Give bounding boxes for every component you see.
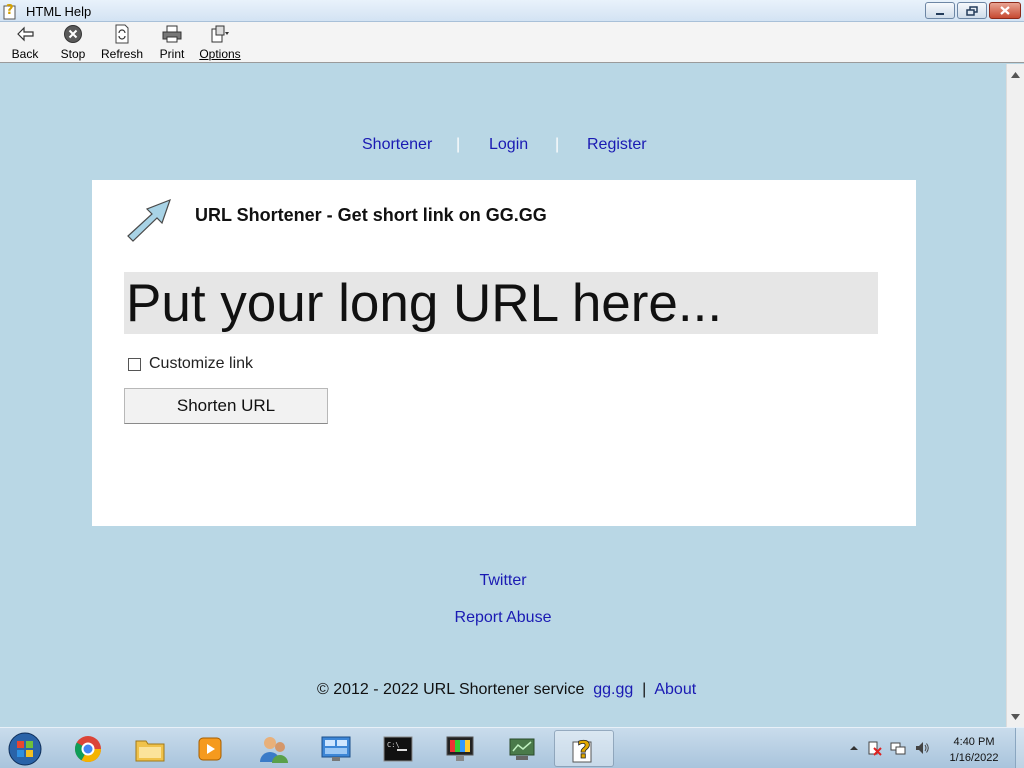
maximize-icon (966, 5, 978, 16)
customize-link-checkbox[interactable] (128, 357, 141, 371)
copyright-text: © 2012 - 2022 URL Shortener service (317, 681, 585, 698)
control-panel-icon (321, 736, 351, 761)
show-hidden-icons-icon[interactable] (846, 740, 862, 756)
show-desktop-button[interactable] (1015, 728, 1024, 768)
svg-text:C:\: C:\ (387, 741, 400, 749)
stop-label: Stop (60, 47, 86, 61)
window-title-bar[interactable]: ? HTML Help (0, 0, 1024, 22)
about-link[interactable]: About (654, 681, 696, 698)
options-label: Options (199, 47, 241, 61)
chrome-icon (74, 735, 102, 762)
back-button[interactable]: Back (8, 24, 42, 62)
scroll-down-button[interactable] (1007, 708, 1024, 725)
customize-link-option[interactable]: Customize link (128, 355, 253, 373)
taskbar-command-prompt[interactable]: C:\ (368, 730, 428, 767)
command-prompt-icon: C:\ (383, 736, 413, 761)
media-player-icon (198, 737, 222, 760)
customize-link-label[interactable]: Customize link (149, 355, 253, 373)
taskbar-network[interactable] (492, 730, 552, 767)
file-explorer-icon (135, 740, 165, 761)
taskbar-display[interactable] (430, 730, 490, 767)
printer-icon (162, 25, 182, 43)
shortener-card: URL Shortener - Get short link on GG.GG … (92, 180, 916, 526)
back-arrow-icon (17, 26, 34, 42)
restore-button[interactable] (957, 2, 987, 19)
copyright-line: © 2012 - 2022 URL Shortener service gg.g… (317, 681, 696, 699)
close-button[interactable] (989, 2, 1021, 19)
taskbar-html-help[interactable]: ? (554, 730, 614, 767)
nav-separator: | (456, 136, 461, 153)
html-help-icon: ? (572, 735, 592, 764)
refresh-button[interactable]: Refresh (100, 24, 144, 62)
action-center-icon[interactable] (866, 740, 882, 756)
taskbar-clock[interactable]: 4:40 PM 1/16/2022 (932, 734, 1016, 766)
clock-date: 1/16/2022 (949, 752, 999, 764)
print-label: Print (159, 47, 185, 61)
scroll-up-button[interactable] (1007, 66, 1024, 83)
taskbar-control-panel[interactable] (306, 730, 366, 767)
top-navigation: Shortener | Login | Register (0, 136, 1006, 156)
refresh-icon (115, 24, 129, 44)
report-abuse-link[interactable]: Report Abuse (455, 609, 552, 626)
nav-register-link[interactable]: Register (587, 136, 647, 154)
minimize-icon (936, 12, 944, 15)
windows-taskbar: C:\ ? 4:40 PM 1/16/2022 (0, 727, 1024, 768)
stop-icon (64, 25, 82, 43)
options-button[interactable]: Options (198, 24, 242, 62)
window-title: HTML Help (26, 4, 92, 19)
volume-icon[interactable] (914, 740, 930, 756)
help-content-pane: Shortener | Login | Register URL Shorten… (0, 64, 1006, 727)
network-icon (509, 738, 535, 760)
stop-button[interactable]: Stop (56, 24, 90, 62)
display-icon (446, 736, 474, 761)
nav-login-link[interactable]: Login (489, 136, 528, 154)
twitter-row: Twitter (0, 572, 1006, 590)
taskbar-file-explorer[interactable] (120, 730, 180, 767)
card-heading: URL Shortener - Get short link on GG.GG (195, 205, 547, 225)
shorten-url-button[interactable]: Shorten URL (124, 388, 328, 424)
help-icon: ? (3, 3, 16, 20)
back-label: Back (11, 47, 39, 61)
close-icon (1000, 6, 1010, 15)
start-button[interactable] (4, 729, 46, 768)
vertical-scrollbar[interactable] (1006, 64, 1024, 727)
nav-shortener-link[interactable]: Shortener (362, 136, 432, 154)
chevron-up-icon (1011, 71, 1020, 78)
taskbar-user-accounts[interactable] (244, 730, 304, 767)
minimize-button[interactable] (925, 2, 955, 19)
print-button[interactable]: Print (156, 24, 188, 62)
svg-text:?: ? (6, 3, 14, 18)
twitter-link[interactable]: Twitter (479, 572, 526, 589)
taskbar-chrome[interactable] (58, 730, 118, 767)
options-icon (211, 25, 229, 43)
start-orb-icon (8, 732, 42, 766)
site-link[interactable]: gg.gg (593, 681, 633, 698)
report-abuse-row: Report Abuse (0, 609, 1006, 627)
help-toolbar: Back Stop Refresh Print Options (0, 22, 1024, 63)
footer-divider: | (642, 681, 647, 698)
chevron-down-icon (1011, 713, 1020, 720)
svg-text:?: ? (577, 736, 591, 764)
long-url-input[interactable] (124, 272, 878, 334)
refresh-label: Refresh (100, 47, 144, 61)
nav-separator: | (555, 136, 560, 153)
network-status-icon[interactable] (890, 740, 906, 756)
clock-time: 4:40 PM (953, 736, 995, 748)
user-accounts-icon (260, 736, 288, 763)
arrow-logo-icon (127, 198, 171, 242)
taskbar-media-player[interactable] (180, 730, 240, 767)
